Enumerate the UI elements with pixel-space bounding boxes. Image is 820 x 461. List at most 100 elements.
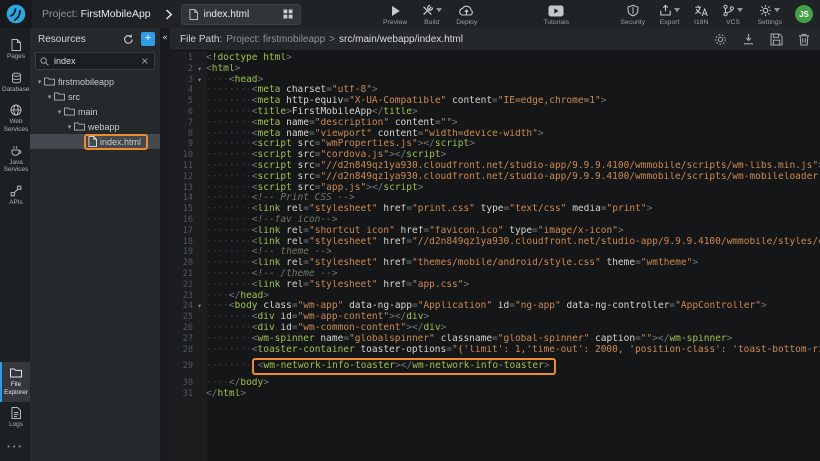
refresh-icon[interactable] bbox=[123, 34, 134, 45]
save-file-button[interactable] bbox=[770, 33, 783, 46]
code-line-text: ········<wm-spinner name="globalspinner"… bbox=[206, 334, 820, 345]
sidebar-item-web-services[interactable]: Web Services bbox=[0, 99, 30, 139]
code-line[interactable]: 18········<link rel="stylesheet" href="/… bbox=[170, 237, 820, 248]
vcs-button[interactable]: VCS bbox=[715, 2, 750, 28]
fold-arrow-icon[interactable]: ▾ bbox=[193, 64, 206, 75]
line-number: 8 bbox=[170, 129, 193, 140]
code-line[interactable]: 30····</body> bbox=[170, 378, 820, 389]
code-line[interactable]: 27········<wm-spinner name="globalspinne… bbox=[170, 334, 820, 345]
fold-arrow-icon[interactable]: ▾ bbox=[193, 301, 206, 312]
sidebar-item-apis[interactable]: APIs bbox=[0, 180, 30, 213]
code-line[interactable]: 22········<link rel="stylesheet" href="a… bbox=[170, 280, 820, 291]
code-line[interactable]: 26········<div id="wm-common-content"></… bbox=[170, 323, 820, 334]
tree-item-main[interactable]: ▾main bbox=[30, 104, 160, 119]
code-line[interactable]: 13········<script src="app.js"></script> bbox=[170, 183, 820, 194]
code-line[interactable]: 24▾····<body class="wm-app" data-ng-app=… bbox=[170, 301, 820, 312]
code-line[interactable]: 9········<script src="wmProperties.js"><… bbox=[170, 139, 820, 150]
code-line-text: ········<toaster-container toaster-optio… bbox=[206, 345, 820, 356]
code-line-text: ········<!-- Print CSS --> bbox=[206, 193, 820, 204]
code-line[interactable]: 23····</head> bbox=[170, 291, 820, 302]
code-line[interactable]: 6········<title>FirstMobileApp</title> bbox=[170, 107, 820, 118]
sidebar-item-logs[interactable]: Logs bbox=[0, 402, 30, 435]
sidebar-item-databases[interactable]: Databases bbox=[0, 67, 30, 100]
tree-item-webapp[interactable]: ▾ webapp bbox=[30, 119, 160, 134]
delete-file-button[interactable] bbox=[798, 33, 810, 46]
line-number: 30 bbox=[170, 378, 193, 389]
build-button[interactable]: Build bbox=[414, 2, 449, 28]
code-line-text: ········<link rel="stylesheet" href="the… bbox=[206, 258, 820, 269]
tree-item-index.html[interactable]: index.html bbox=[30, 134, 160, 149]
code-line-text: ········<script src="//d2n849qz1ya930.cl… bbox=[206, 172, 820, 183]
sidebar-item-pages[interactable]: Pages bbox=[0, 34, 30, 67]
code-line[interactable]: 19········<!-- theme --> bbox=[170, 247, 820, 258]
preview-button[interactable]: Preview bbox=[376, 2, 414, 28]
more-options-button[interactable]: ••• bbox=[0, 435, 30, 461]
code-line-text: ········<meta name="viewport" content="w… bbox=[206, 129, 820, 140]
panel-divider[interactable]: « bbox=[160, 28, 170, 461]
code-line[interactable]: 2▾<html> bbox=[170, 64, 820, 75]
caret-down-icon[interactable]: ▾ bbox=[55, 108, 64, 116]
i18n-button[interactable]: I18N bbox=[687, 2, 715, 28]
add-resource-button[interactable]: + bbox=[141, 32, 155, 46]
line-number: 29 bbox=[170, 361, 193, 372]
export-button[interactable]: Export bbox=[652, 2, 687, 28]
code-editor[interactable]: 1<!doctype html>2▾<html>3▾····<head>4···… bbox=[170, 51, 820, 461]
caret-down-icon[interactable]: ▾ bbox=[35, 78, 44, 86]
code-line[interactable]: 31</html> bbox=[170, 389, 820, 400]
file-settings-button[interactable] bbox=[714, 33, 727, 46]
code-line[interactable]: 12········<script src="//d2n849qz1ya930.… bbox=[170, 172, 820, 183]
search-input[interactable] bbox=[52, 55, 137, 67]
code-line[interactable]: 17········<link rel="shortcut icon" href… bbox=[170, 226, 820, 237]
code-line[interactable]: 8 ········<meta name="viewport" content="… bbox=[170, 129, 820, 140]
caret-down-icon[interactable]: ▾ bbox=[65, 123, 74, 131]
code-line[interactable]: 4········<meta charset="utf-8"> bbox=[170, 85, 820, 96]
user-avatar[interactable]: JS bbox=[795, 5, 813, 23]
code-line[interactable]: 7········<meta name="description" conten… bbox=[170, 118, 820, 129]
code-line[interactable]: 15········<link rel="stylesheet" href="p… bbox=[170, 204, 820, 215]
code-line-text: ········<meta charset="utf-8"> bbox=[206, 85, 820, 96]
wavemaker-logo[interactable] bbox=[0, 0, 32, 28]
tree-item-firstmobileapp[interactable]: ▾firstmobileapp bbox=[30, 74, 160, 89]
settings-button[interactable]: Settings bbox=[750, 2, 789, 28]
code-line-text: ····<head> bbox=[206, 75, 820, 86]
code-line[interactable]: 5········<meta http-equiv="X-UA-Compatib… bbox=[170, 96, 820, 107]
code-line[interactable]: 1<!doctype html> bbox=[170, 53, 820, 64]
tutorials-button[interactable]: Tutorials bbox=[536, 2, 576, 28]
folder-icon bbox=[10, 367, 22, 379]
code-line-text: ········<div id="wm-app-content"></div> bbox=[206, 312, 820, 323]
code-line[interactable]: 28········<toaster-container toaster-opt… bbox=[170, 345, 820, 356]
caret-down-icon[interactable]: ▾ bbox=[45, 93, 54, 101]
sidebar-item-file-explorer[interactable]: File Explorer bbox=[0, 362, 30, 402]
code-line-text: ········<title>FirstMobileApp</title> bbox=[206, 107, 820, 118]
deploy-button[interactable]: Deploy bbox=[449, 2, 484, 28]
tab-index-html[interactable]: index.html bbox=[181, 4, 301, 25]
code-line[interactable]: 10········<script src="cordova.js"></scr… bbox=[170, 150, 820, 161]
code-line[interactable]: 16········<!--fav icon--> bbox=[170, 215, 820, 226]
code-line-text: ········<script src="cordova.js"></scrip… bbox=[206, 150, 820, 161]
chevron-right-icon[interactable] bbox=[165, 9, 173, 20]
collapse-panel-icon[interactable]: « bbox=[160, 33, 170, 43]
project-name: FirstMobileApp bbox=[81, 8, 151, 20]
line-number: 25 bbox=[170, 312, 193, 323]
code-line[interactable]: 20········<link rel="stylesheet" href="t… bbox=[170, 258, 820, 269]
cloud-upload-icon bbox=[458, 4, 475, 17]
code-line[interactable]: 25 ········<div id="wm-app-content"></div… bbox=[170, 312, 820, 323]
code-line[interactable]: 11········<script src="//d2n849qz1ya930.… bbox=[170, 161, 820, 172]
line-number: 21 bbox=[170, 269, 193, 280]
code-line-text: ····</head> bbox=[206, 291, 820, 302]
security-button[interactable]: Security bbox=[614, 2, 653, 28]
code-line[interactable]: 29········<wm-network-info-toaster></wm-… bbox=[170, 355, 820, 378]
line-number: 24 bbox=[170, 301, 193, 312]
clear-search-icon[interactable]: × bbox=[140, 56, 150, 67]
tree-item-label: webapp bbox=[88, 122, 120, 132]
tree-item-src[interactable]: ▾src bbox=[30, 89, 160, 104]
grid-icon[interactable] bbox=[283, 9, 293, 19]
code-line[interactable]: 3▾····<head> bbox=[170, 75, 820, 86]
code-line[interactable]: 21········<!-- /theme --> bbox=[170, 269, 820, 280]
code-line[interactable]: 14········<!-- Print CSS --> bbox=[170, 193, 820, 204]
api-nodes-icon bbox=[10, 185, 22, 197]
fold-arrow-icon[interactable]: ▾ bbox=[193, 75, 206, 86]
code-line-text: <html> bbox=[206, 64, 820, 75]
sidebar-item-java-services[interactable]: Java Services bbox=[0, 140, 30, 180]
download-file-button[interactable] bbox=[742, 33, 755, 45]
